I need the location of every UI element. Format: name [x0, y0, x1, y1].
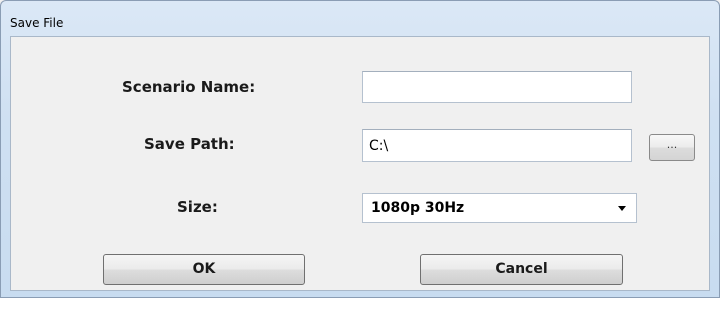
size-label: Size:: [177, 198, 218, 216]
size-selected-value: 1080p 30Hz: [371, 200, 465, 216]
browse-button[interactable]: ...: [649, 134, 695, 161]
dialog-body: Scenario Name: Save Path: ... Size: 1080…: [10, 36, 710, 291]
window-title: Save File: [10, 16, 64, 30]
size-dropdown[interactable]: 1080p 30Hz: [362, 193, 637, 223]
save-file-dialog: Save File Scenario Name: Save Path: ... …: [0, 0, 720, 298]
background-strip: [0, 298, 720, 313]
scenario-name-label: Scenario Name:: [122, 78, 256, 96]
save-path-input[interactable]: [362, 129, 632, 162]
chevron-down-icon: [618, 206, 626, 211]
cancel-button[interactable]: Cancel: [420, 254, 623, 285]
scenario-name-input[interactable]: [362, 71, 632, 103]
save-path-label: Save Path:: [144, 135, 235, 153]
title-bar[interactable]: Save File: [1, 1, 719, 35]
ok-button[interactable]: OK: [103, 254, 305, 285]
